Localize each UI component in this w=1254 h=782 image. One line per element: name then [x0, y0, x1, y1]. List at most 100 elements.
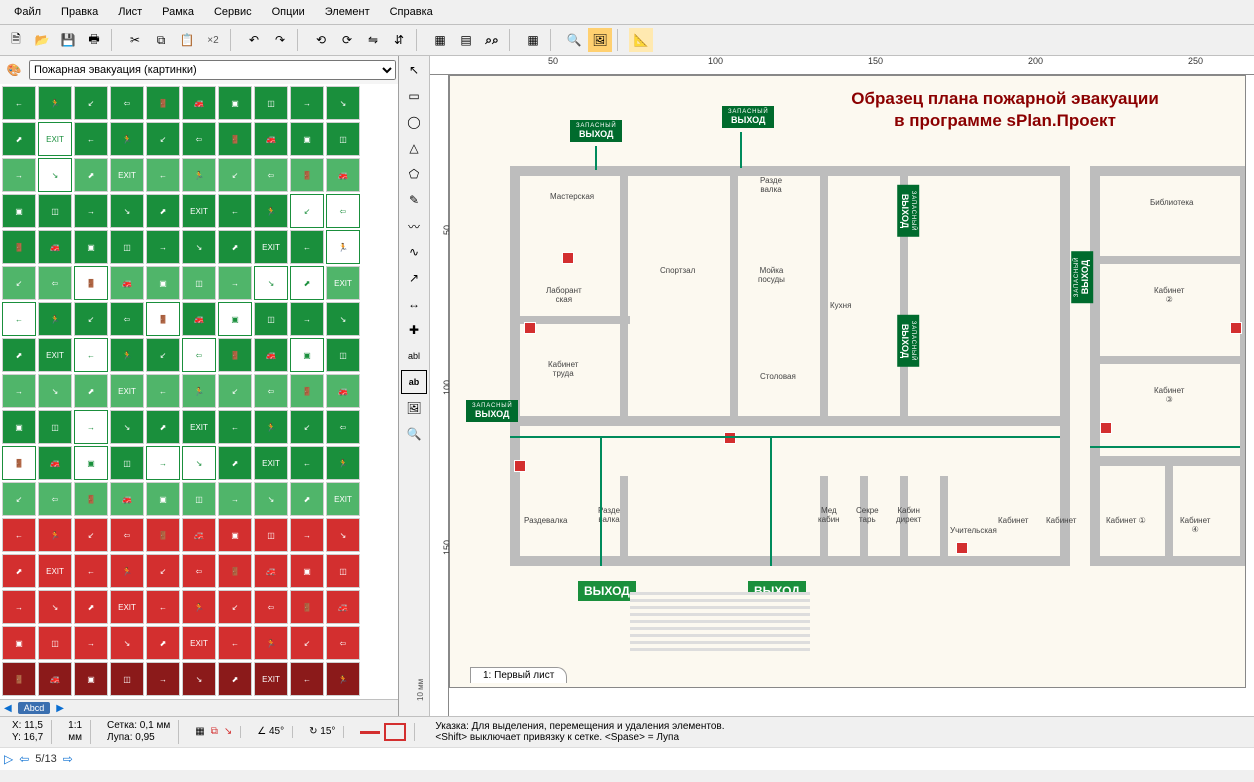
symbol-tile[interactable]: ⇦: [254, 158, 288, 192]
symbol-tile[interactable]: ↙: [74, 86, 108, 120]
symbol-tile[interactable]: EXIT: [326, 482, 360, 516]
symbol-tile[interactable]: EXIT: [326, 266, 360, 300]
symbol-tile[interactable]: ↘: [110, 410, 144, 444]
symbol-tile[interactable]: EXIT: [182, 410, 216, 444]
symbol-tile[interactable]: ↙: [218, 590, 252, 624]
rotate-right-icon[interactable]: ⟳: [335, 28, 359, 52]
symbol-tile[interactable]: →: [146, 662, 180, 696]
symbol-tile[interactable]: ◫: [110, 230, 144, 264]
symbol-tile[interactable]: ↘: [38, 158, 72, 192]
symbol-tile[interactable]: ↘: [182, 446, 216, 480]
symbol-tile[interactable]: ▣: [290, 338, 324, 372]
grid-icon[interactable]: ▦: [521, 28, 545, 52]
symbol-tile[interactable]: ◫: [254, 302, 288, 336]
symbol-tile[interactable]: ←: [146, 374, 180, 408]
symbol-tile[interactable]: →: [218, 266, 252, 300]
symbol-tile[interactable]: ⇦: [254, 590, 288, 624]
symbol-tile[interactable]: ⇦: [38, 266, 72, 300]
symbol-tile[interactable]: ↘: [110, 194, 144, 228]
symbol-tile[interactable]: 🚒: [182, 518, 216, 552]
symbol-tile[interactable]: ▣: [290, 122, 324, 156]
symbol-tile[interactable]: ⇦: [110, 86, 144, 120]
symbol-tile[interactable]: ⬈: [290, 266, 324, 300]
symbol-tile[interactable]: 🚪: [146, 302, 180, 336]
redo-icon[interactable]: ↷: [268, 28, 292, 52]
symbol-tile[interactable]: ⬈: [74, 158, 108, 192]
symbol-tile[interactable]: ⬈: [146, 194, 180, 228]
symbol-tile[interactable]: ⇦: [38, 482, 72, 516]
preview-icon[interactable]: 🖼: [588, 28, 612, 52]
symbol-tile[interactable]: ▣: [218, 518, 252, 552]
symbol-tile[interactable]: ⬈: [74, 374, 108, 408]
align-group-icon[interactable]: ▦: [428, 28, 452, 52]
snap-endpoint-icon[interactable]: ↘: [224, 726, 232, 738]
align-center-icon[interactable]: ▤: [454, 28, 478, 52]
symbol-tile[interactable]: →: [146, 446, 180, 480]
symbol-tile[interactable]: ▣: [218, 302, 252, 336]
menu-frame[interactable]: Рамка: [152, 2, 204, 22]
symbol-tile[interactable]: 🏃: [326, 230, 360, 264]
symbol-tile[interactable]: ⬈: [218, 662, 252, 696]
symbol-tile[interactable]: 🚒: [38, 662, 72, 696]
symbol-tile[interactable]: ⇦: [254, 374, 288, 408]
symbol-tile[interactable]: ◫: [326, 338, 360, 372]
symbol-tile[interactable]: ▣: [2, 626, 36, 660]
flip-h-icon[interactable]: ⇋: [361, 28, 385, 52]
arrow-icon[interactable]: ↗: [401, 266, 427, 290]
open-folder-icon[interactable]: 📂: [30, 28, 54, 52]
symbol-tile[interactable]: ⬈: [2, 122, 36, 156]
paste-icon[interactable]: 📋: [175, 28, 199, 52]
symbol-tile[interactable]: →: [290, 302, 324, 336]
symbol-tile[interactable]: ↙: [290, 410, 324, 444]
symbol-tile[interactable]: EXIT: [110, 374, 144, 408]
symbol-tile[interactable]: →: [2, 590, 36, 624]
rect-icon[interactable]: ▭: [401, 84, 427, 108]
symbol-tile[interactable]: →: [74, 194, 108, 228]
symbol-tile[interactable]: 🚒: [38, 230, 72, 264]
symbol-tile[interactable]: 🏃: [254, 410, 288, 444]
ruler-icon[interactable]: 📐: [629, 28, 653, 52]
symbol-tile[interactable]: 🏃: [38, 86, 72, 120]
symbol-tile[interactable]: ←: [290, 446, 324, 480]
symbol-tile[interactable]: ▣: [2, 194, 36, 228]
symbol-tile[interactable]: →: [146, 230, 180, 264]
symbol-tile[interactable]: ←: [146, 590, 180, 624]
symbol-tile[interactable]: ←: [74, 554, 108, 588]
symbol-tile[interactable]: ▣: [146, 482, 180, 516]
symbol-tile[interactable]: ⇦: [110, 518, 144, 552]
symbol-tile[interactable]: 🚒: [326, 590, 360, 624]
symbol-tile[interactable]: →: [2, 374, 36, 408]
symbol-tile[interactable]: ↘: [182, 662, 216, 696]
symbol-tile[interactable]: ↙: [146, 122, 180, 156]
triangle-icon[interactable]: △: [401, 136, 427, 160]
symbol-tile[interactable]: ↙: [2, 482, 36, 516]
symbol-tile[interactable]: ↙: [218, 374, 252, 408]
symbol-tile[interactable]: ⬈: [2, 338, 36, 372]
symbol-tile[interactable]: ◫: [182, 482, 216, 516]
menu-help[interactable]: Справка: [380, 2, 443, 22]
symbol-tile[interactable]: ⇦: [182, 338, 216, 372]
symbol-tile[interactable]: ↘: [110, 626, 144, 660]
pager-next-icon[interactable]: ⇨: [63, 752, 73, 766]
symbol-tile[interactable]: 🚪: [290, 590, 324, 624]
polygon-icon[interactable]: ⬠: [401, 162, 427, 186]
symbol-tile[interactable]: ⇦: [326, 194, 360, 228]
symbol-tile[interactable]: ←: [2, 518, 36, 552]
symbol-tile[interactable]: ◫: [38, 410, 72, 444]
symbol-tile[interactable]: 🚪: [74, 266, 108, 300]
symbol-tile[interactable]: ◫: [326, 122, 360, 156]
symbol-tile[interactable]: ⬈: [290, 482, 324, 516]
nav-prev-icon[interactable]: ◀: [4, 703, 12, 714]
symbol-tile[interactable]: →: [290, 518, 324, 552]
pager-prev-icon[interactable]: ⇦: [19, 752, 29, 766]
text-abl-icon[interactable]: abl: [401, 344, 427, 368]
symbol-tile[interactable]: ←: [218, 626, 252, 660]
symbol-tile[interactable]: 🚒: [110, 266, 144, 300]
menu-service[interactable]: Сервис: [204, 2, 262, 22]
symbol-tile[interactable]: ←: [290, 662, 324, 696]
symbol-tile[interactable]: EXIT: [254, 230, 288, 264]
snap-magnet-icon[interactable]: ⧉: [211, 726, 218, 738]
symbol-tile[interactable]: 🏃: [110, 338, 144, 372]
image-icon[interactable]: 🖼: [401, 396, 427, 420]
rotate-left-icon[interactable]: ⟲: [309, 28, 333, 52]
